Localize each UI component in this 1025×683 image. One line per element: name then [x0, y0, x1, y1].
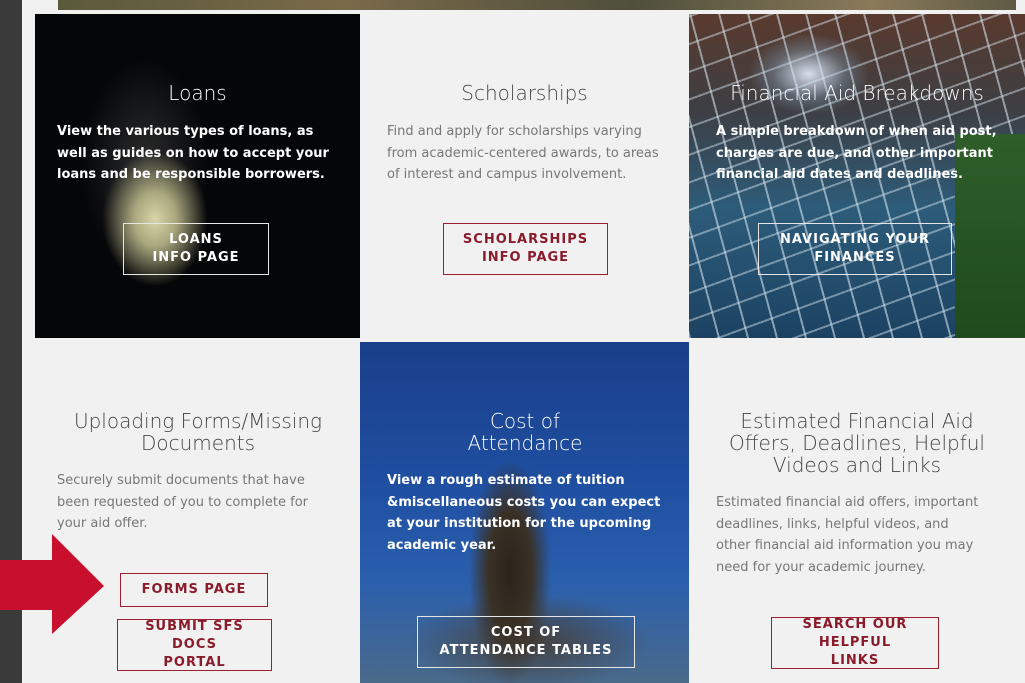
scholarships-info-button[interactable]: SCHOLARSHIPS INFO PAGE: [443, 223, 608, 275]
cost-description: View a rough estimate of tuition &miscel…: [387, 473, 661, 553]
page-frame: Loans View the various types of loans, a…: [22, 0, 1025, 683]
tile-estimated-aid-offers: Estimated Financial Aid Offers, Deadline…: [689, 342, 1025, 683]
scholarships-description: Find and apply for scholarships varying …: [387, 124, 659, 182]
tile-loans: Loans View the various types of loans, a…: [35, 14, 360, 338]
loans-title: Loans: [168, 81, 227, 105]
tile-scholarships: Scholarships Find and apply for scholars…: [360, 14, 689, 338]
tile-cost-of-attendance: Cost of Attendance View a rough estimate…: [360, 342, 689, 683]
breakdowns-title: Financial Aid Breakdowns: [730, 81, 984, 105]
breakdowns-description: A simple breakdown of when aid post, cha…: [716, 124, 997, 182]
loans-info-button[interactable]: LOANS INFO PAGE: [123, 223, 269, 275]
cost-of-attendance-tables-button[interactable]: COST OF ATTENDANCE TABLES: [417, 616, 635, 668]
estimated-description: Estimated financial aid offers, importan…: [716, 495, 979, 575]
red-arrow-icon: [0, 534, 104, 634]
submit-sfs-docs-button[interactable]: SUBMIT SFS DOCS PORTAL: [117, 619, 272, 671]
header-banner-image: [58, 0, 1016, 10]
loans-description: View the various types of loans, as well…: [57, 124, 329, 182]
cost-title: Cost of Attendance: [467, 409, 583, 455]
estimated-title: Estimated Financial Aid Offers, Deadline…: [729, 409, 985, 477]
tile-financial-aid-breakdowns: Financial Aid Breakdowns A simple breakd…: [689, 14, 1025, 338]
search-helpful-links-button[interactable]: SEARCH OUR HELPFUL LINKS: [771, 617, 939, 669]
forms-page-button[interactable]: FORMS PAGE: [120, 573, 268, 607]
scholarships-title: Scholarships: [461, 81, 588, 105]
uploading-title: Uploading Forms/Missing Documents: [73, 409, 323, 455]
uploading-description: Securely submit documents that have been…: [57, 473, 309, 531]
navigating-finances-button[interactable]: NAVIGATING YOUR FINANCES: [758, 223, 952, 275]
